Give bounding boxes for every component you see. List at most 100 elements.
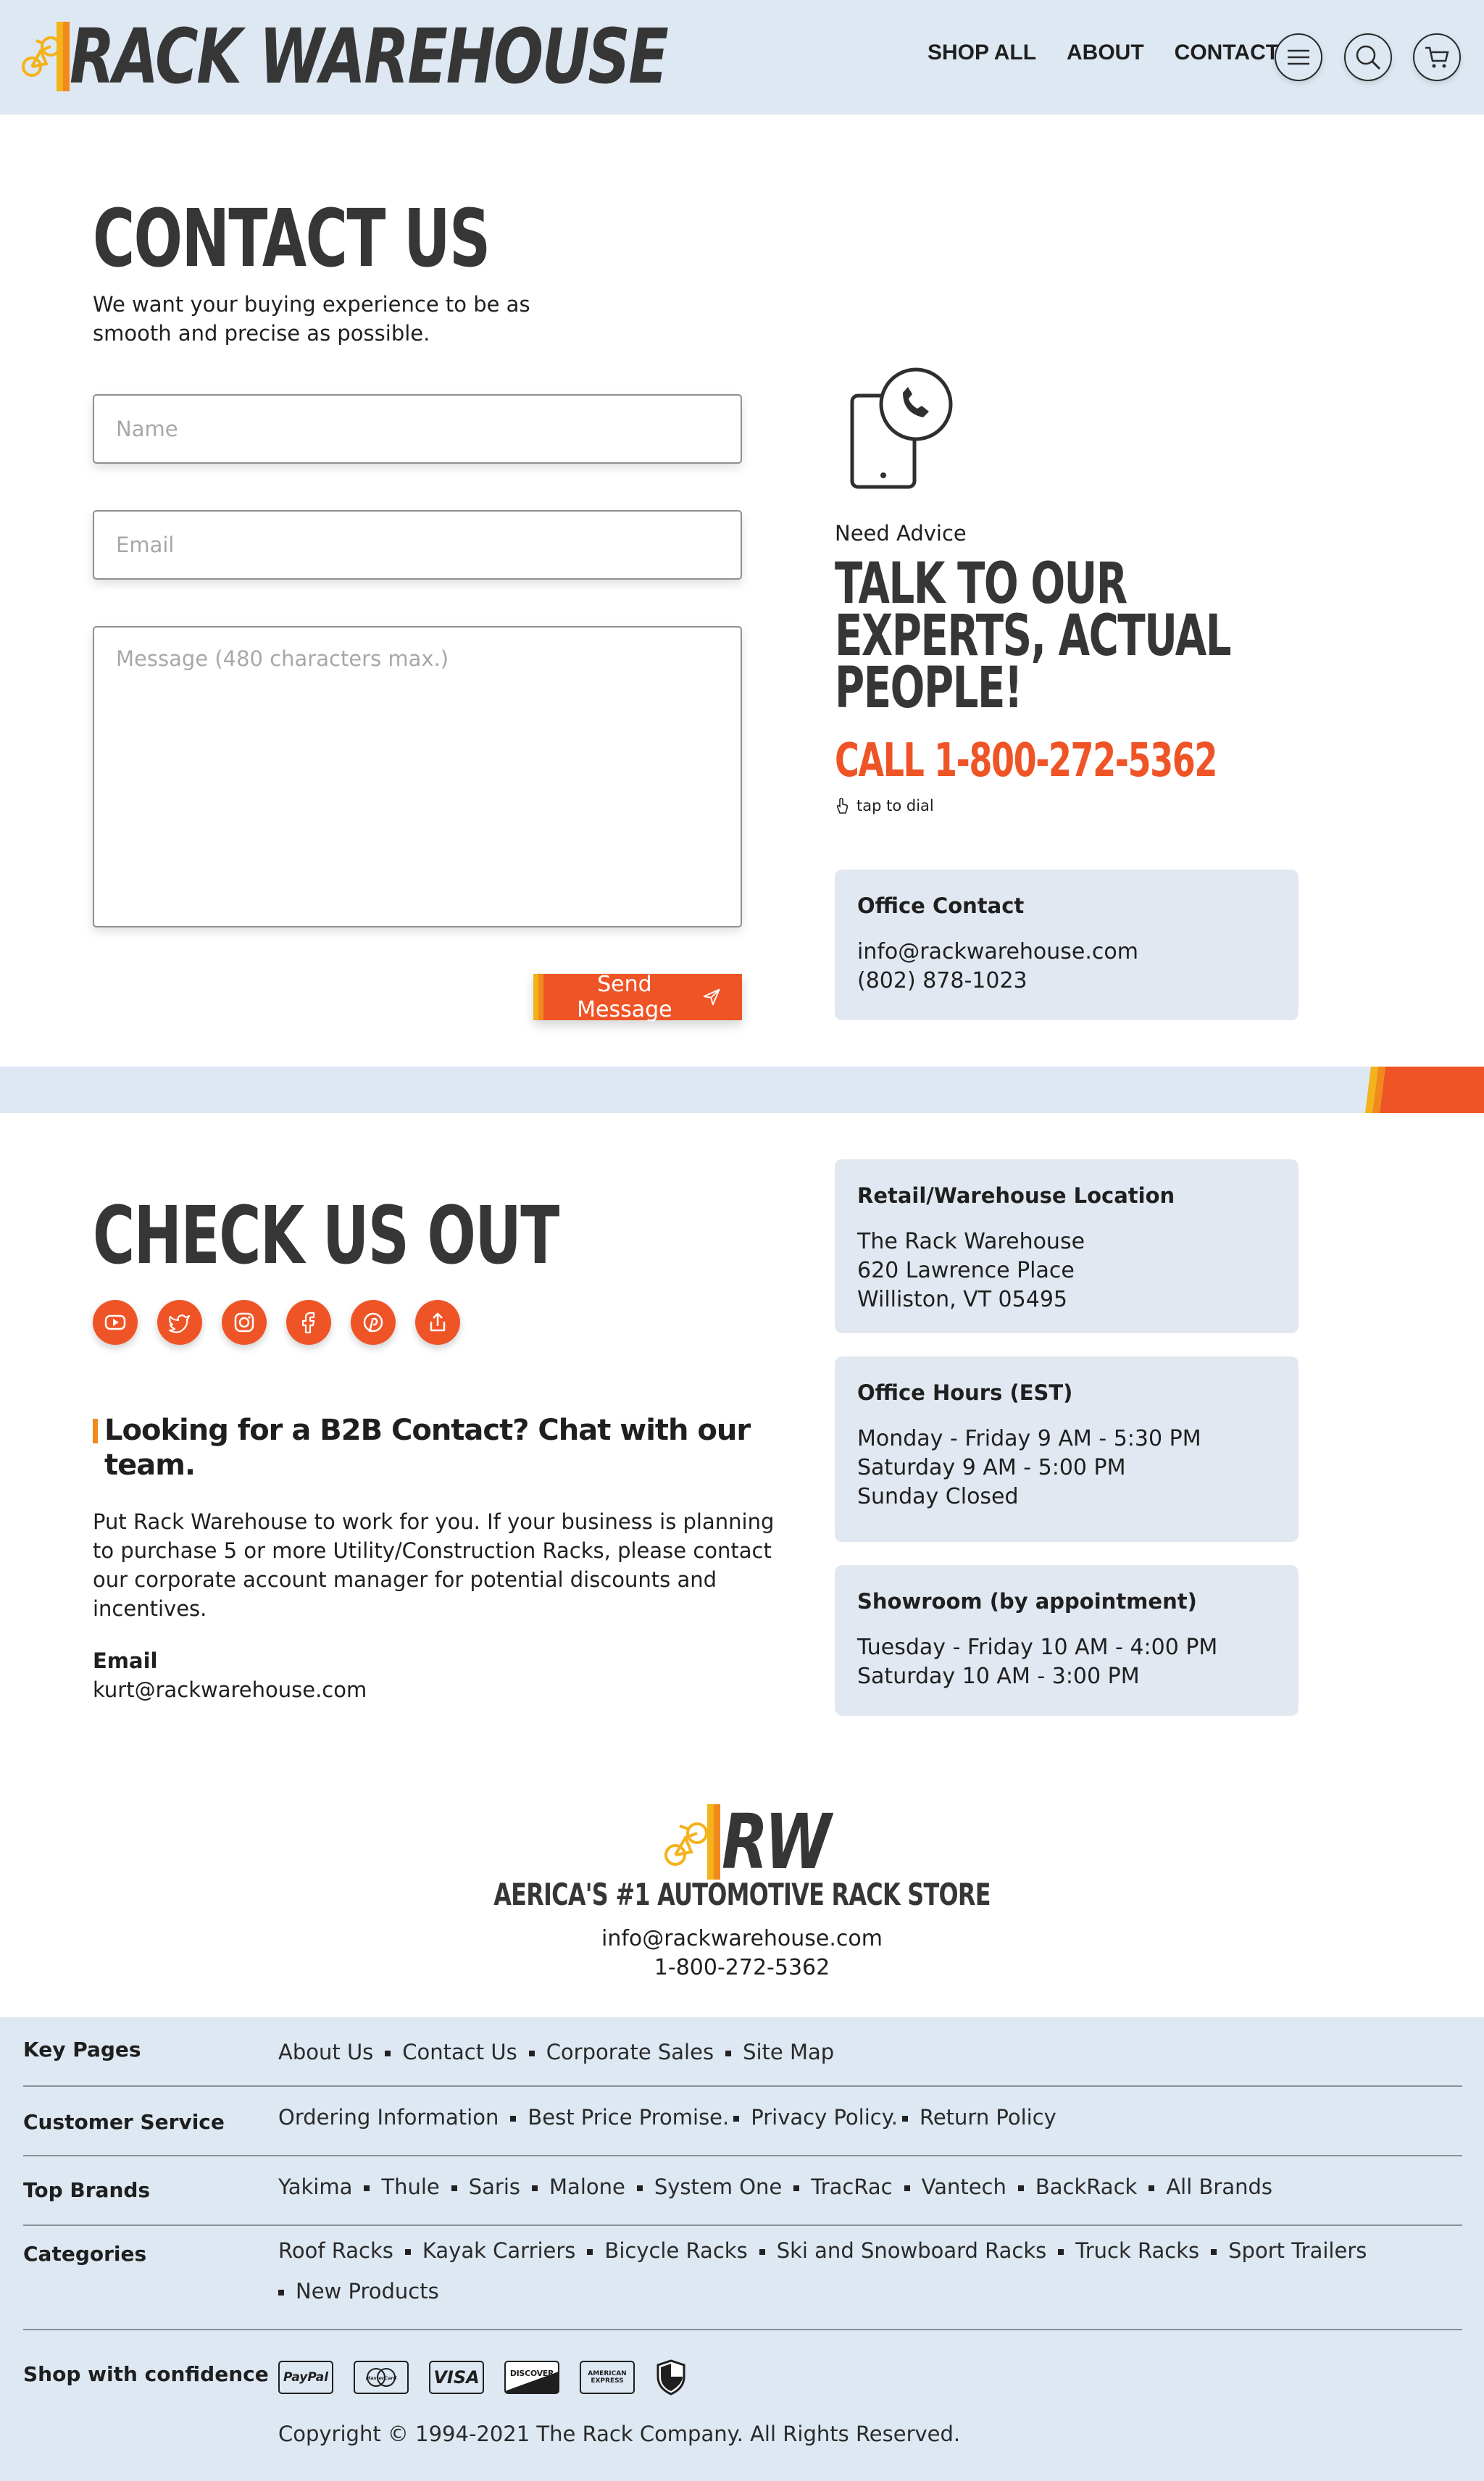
site-logo[interactable]: RACK WAREHOUSE — [22, 19, 835, 94]
footer-links: Ordering Information Best Price Promise. P… — [278, 2097, 1462, 2138]
contact-title: CONTACT US — [93, 192, 491, 285]
separator-dot — [385, 2051, 391, 2056]
check-us-out-title: CHECK US OUT — [93, 1189, 559, 1282]
office-phone-link[interactable]: (802) 878-1023 — [857, 967, 1276, 996]
hours-line: Monday - Friday 9 AM - 5:30 PM — [857, 1426, 1201, 1451]
facebook-icon — [301, 1312, 315, 1334]
nav-contact[interactable]: CONTACT — [1175, 41, 1279, 65]
youtube-link[interactable] — [93, 1300, 138, 1345]
nav-about[interactable]: ABOUT — [1067, 41, 1144, 65]
footer-link[interactable]: Ski and Snowboard Racks — [777, 2238, 1047, 2263]
message-input[interactable] — [93, 626, 742, 927]
footer-link[interactable]: Vantech — [922, 2174, 1006, 2199]
twitter-link[interactable] — [157, 1300, 202, 1345]
separator-dot — [904, 2185, 910, 2191]
facebook-link[interactable] — [286, 1300, 331, 1345]
instagram-link[interactable] — [222, 1300, 267, 1345]
cart-button[interactable] — [1413, 33, 1461, 81]
name-input[interactable] — [93, 394, 742, 464]
advice-headline-line: TALK TO OUR — [835, 551, 1127, 617]
separator-dot — [510, 2116, 517, 2122]
email-input[interactable] — [93, 510, 742, 580]
office-email-link[interactable]: info@rackwarehouse.com — [857, 938, 1276, 967]
footer-link[interactable]: Bicycle Racks — [604, 2238, 747, 2263]
footer-link[interactable]: All Brands — [1166, 2174, 1272, 2199]
search-icon — [1356, 45, 1381, 70]
footer-link[interactable]: Site Map — [743, 2040, 834, 2064]
showroom-card: Showroom (by appointment) Tuesday - Frid… — [835, 1565, 1298, 1716]
security-shield-icon — [656, 2359, 685, 2395]
discover-mark-text: DISCOVER — [509, 2368, 554, 2378]
footer-link[interactable]: Corporate Sales — [546, 2040, 714, 2064]
b2b-paragraph-line: Put Rack Warehouse to work for you. If y… — [93, 1509, 775, 1534]
footer-row-label: Key Pages — [23, 2038, 141, 2061]
footer-logo[interactable]: RW — [664, 1804, 854, 1880]
separator-dot — [733, 2116, 740, 2122]
call-number-link[interactable]: CALL 1-800-272-5362 — [835, 735, 1217, 787]
copyright-text: Copyright © 1994-2021 The Rack Company. … — [278, 2422, 961, 2446]
share-icon — [430, 1312, 446, 1332]
social-links — [93, 1300, 460, 1345]
footer-links: About Us Contact Us Corporate Sales Site Ma… — [278, 2032, 1462, 2072]
separator-dot — [759, 2249, 765, 2255]
footer-link[interactable]: Kayak Carriers — [422, 2238, 576, 2263]
office-contact-title: Office Contact — [857, 893, 1025, 918]
brand-phone-link[interactable]: 1-800-272-5362 — [0, 1953, 1484, 1982]
discover-icon: DISCOVER — [504, 2361, 559, 2394]
main-nav: SHOP ALL ABOUT CONTACT — [928, 41, 1279, 65]
footer-link[interactable]: Thule — [381, 2174, 439, 2199]
footer-link[interactable]: Truck Racks — [1075, 2238, 1199, 2263]
shop-with-confidence-label: Shop with confidence — [23, 2362, 269, 2386]
footer-link[interactable]: About Us — [278, 2040, 373, 2064]
location-line: The Rack Warehouse — [857, 1229, 1085, 1254]
location-line: Williston, VT 05495 — [857, 1287, 1067, 1312]
b2b-email-link[interactable]: kurt@rackwarehouse.com — [93, 1675, 367, 1704]
mastercard-circles-icon: MasterCard — [366, 2368, 397, 2387]
pinterest-link[interactable] — [351, 1300, 396, 1345]
bicycle-logo-icon — [22, 22, 70, 91]
footer-link[interactable]: Sport Trailers — [1228, 2238, 1367, 2263]
hand-pointer-icon — [836, 798, 849, 814]
share-link[interactable] — [415, 1300, 460, 1345]
footer-link[interactable]: Roof Racks — [278, 2238, 393, 2263]
nav-shop-all[interactable]: SHOP ALL — [928, 41, 1036, 65]
footer-logo-text: RW — [722, 1798, 831, 1886]
footer-link[interactable]: Malone — [549, 2174, 625, 2199]
footer-link[interactable]: BackRack — [1035, 2174, 1137, 2199]
footer-link[interactable]: Best Price Promise. — [528, 2105, 729, 2130]
separator-dot — [793, 2185, 800, 2191]
footer-row-top-brands: Top Brands Yakima Thule Saris Malone System … — [23, 2156, 1462, 2226]
send-message-button[interactable]: Send Message — [533, 972, 742, 1022]
search-button[interactable] — [1344, 33, 1392, 81]
instagram-icon — [234, 1312, 254, 1333]
mastercard-mark-text: MasterCard — [366, 2375, 397, 2381]
hours-line: Saturday 9 AM - 5:00 PM — [857, 1455, 1126, 1480]
footer-link[interactable]: TracRac — [811, 2174, 892, 2199]
advice-headline-line: PEOPLE! — [835, 656, 1023, 721]
separator-dot — [451, 2185, 457, 2191]
separator-dot — [1149, 2185, 1155, 2191]
tap-to-dial-label: tap to dial — [856, 797, 934, 814]
menu-button[interactable] — [1275, 33, 1322, 81]
brand-email-link[interactable]: info@rackwarehouse.com — [0, 1925, 1484, 1953]
separator-dot — [528, 2051, 535, 2056]
footer-link[interactable]: Ordering Information — [278, 2105, 499, 2130]
tap-to-dial[interactable]: tap to dial — [835, 797, 934, 814]
footer-link[interactable]: Yakima — [278, 2174, 352, 2199]
location-line: 620 Lawrence Place — [857, 1258, 1075, 1283]
footer-link[interactable]: Saris — [469, 2174, 520, 2199]
b2b-heading-line: Looking for a B2B Contact? Chat with our — [104, 1414, 751, 1447]
bicycle-logo-icon — [664, 1804, 720, 1880]
footer-link[interactable]: Return Policy — [920, 2105, 1056, 2130]
footer-link[interactable]: Contact Us — [402, 2040, 517, 2064]
footer-link[interactable]: New Products — [296, 2279, 439, 2303]
footer-link[interactable]: System One — [654, 2174, 782, 2199]
separator-dot — [587, 2249, 593, 2255]
location-card: Retail/Warehouse Location The Rack Wareh… — [835, 1159, 1298, 1333]
footer-row-customer-service: Customer Service Ordering Information Bes… — [23, 2087, 1462, 2156]
contact-intro-line: smooth and precise as possible. — [93, 321, 430, 346]
footer-link[interactable]: Privacy Policy. — [751, 2105, 898, 2130]
b2b-heading-line: team. — [104, 1448, 196, 1482]
footer-row-label: Categories — [23, 2242, 147, 2266]
footer-links: Yakima Thule Saris Malone System One TracRac V… — [278, 2167, 1462, 2207]
